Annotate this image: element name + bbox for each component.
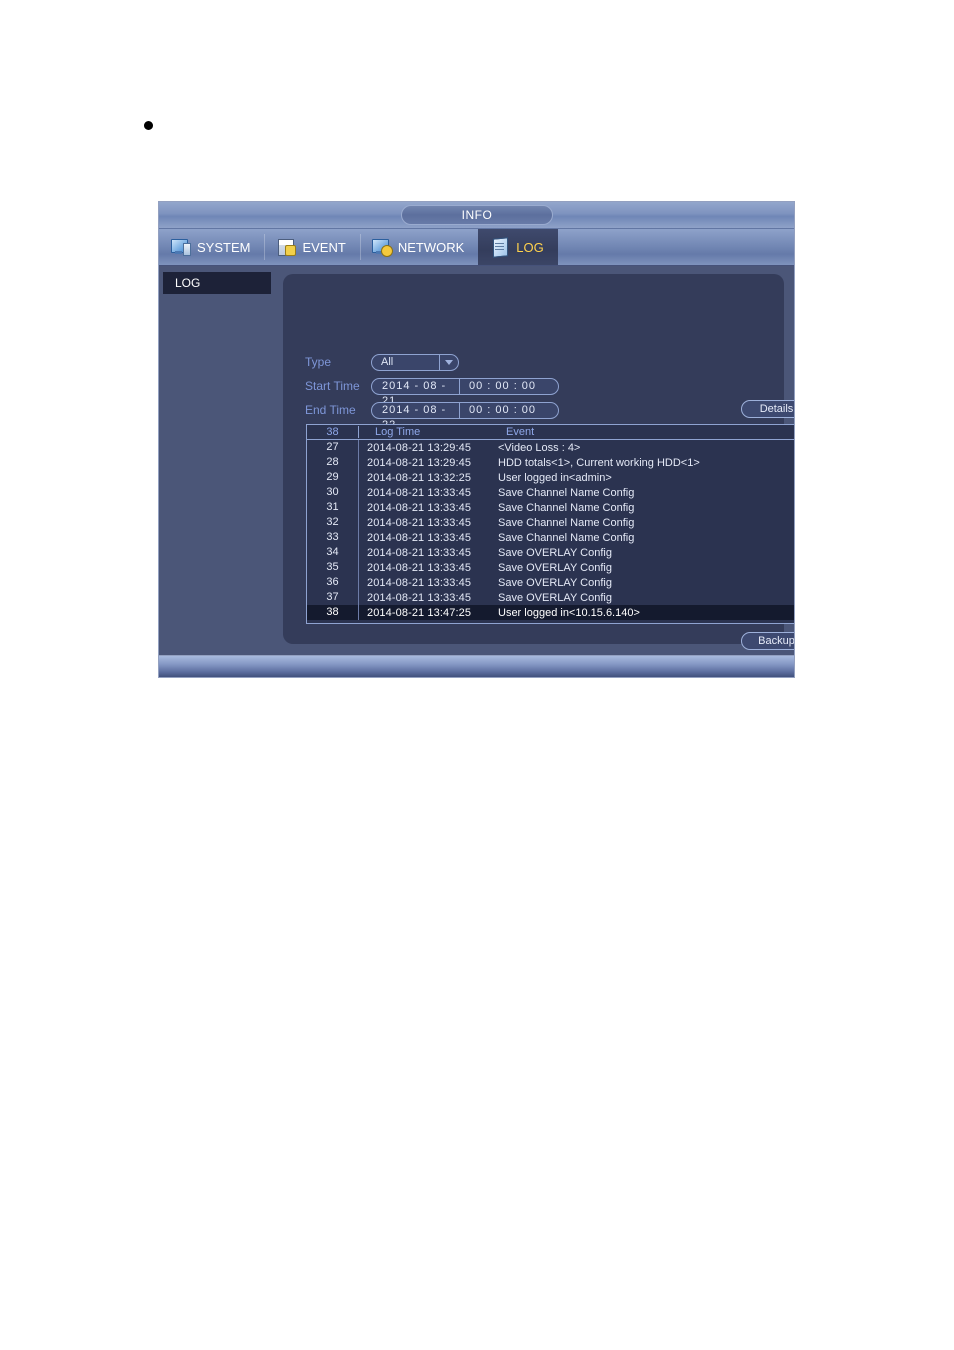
tab-system[interactable]: SYSTEM (159, 229, 264, 265)
chevron-down-icon[interactable] (439, 353, 458, 371)
table-row[interactable]: 27 2014-08-21 13:29:45 <Video Loss : 4> (307, 440, 794, 455)
log-row-time: 2014-08-21 13:33:45 (367, 576, 472, 589)
log-row-index: 30 (307, 485, 359, 500)
dvr-info-window: INFO SYSTEM EVENT NETWORK LOG LOG Type A… (158, 201, 795, 678)
page-title: INFO (401, 205, 553, 225)
window-title-bar: INFO (159, 202, 794, 229)
log-row-event: HDD totals<1>, Current working HDD<1> (498, 456, 700, 469)
table-row[interactable]: 36 2014-08-21 13:33:45 Save OVERLAY Config (307, 575, 794, 590)
table-row[interactable]: 37 2014-08-21 13:33:45 Save OVERLAY Config (307, 590, 794, 605)
tab-system-label: SYSTEM (197, 239, 251, 255)
start-time-time[interactable]: 00 : 00 : 00 (460, 380, 536, 392)
log-row-index: 34 (307, 545, 359, 560)
sidebar-item-log[interactable]: LOG (163, 272, 271, 294)
table-row[interactable]: 38 2014-08-21 13:47:25 User logged in<10.1… (307, 605, 794, 620)
tab-network[interactable]: NETWORK (359, 229, 478, 265)
log-row-index: 38 (307, 605, 359, 620)
log-table: 38 Log Time Event 27 2014-08-21 13:29:45 <… (306, 424, 794, 624)
log-event-header: Event (506, 426, 535, 438)
log-row-time: 2014-08-21 13:33:45 (367, 501, 472, 514)
table-row[interactable]: 32 2014-08-21 13:33:45 Save Channel Name C… (307, 515, 794, 530)
table-row[interactable]: 31 2014-08-21 13:33:45 Save Channel Name C… (307, 500, 794, 515)
event-doc-icon (276, 238, 297, 256)
log-table-rows: 27 2014-08-21 13:29:45 <Video Loss : 4> 28 2… (307, 440, 794, 620)
type-filter-row: Type All (305, 352, 459, 372)
tab-strip: SYSTEM EVENT NETWORK LOG (159, 229, 794, 266)
tab-log[interactable]: LOG (478, 229, 558, 265)
end-time-label: End Time (305, 403, 356, 417)
start-time-date[interactable]: 2014 - 08 - 21 (372, 378, 460, 407)
log-row-event: Save Channel Name Config (498, 516, 635, 529)
log-row-event: Save OVERLAY Config (498, 546, 612, 559)
end-time-row: End Time 2014 - 08 - 22 00 : 00 : 00 (305, 400, 559, 431)
log-row-time: 2014-08-21 13:33:45 (367, 486, 472, 499)
end-time-time[interactable]: 00 : 00 : 00 (460, 404, 536, 416)
log-table-header: 38 Log Time Event (307, 425, 794, 440)
log-row-index: 36 (307, 575, 359, 590)
table-row[interactable]: 34 2014-08-21 13:33:45 Save OVERLAY Config (307, 545, 794, 560)
log-row-time: 2014-08-21 13:33:45 (367, 546, 472, 559)
log-count-cell: 38 (307, 426, 359, 438)
tab-strip-filler (558, 229, 794, 265)
log-row-event: Save OVERLAY Config (498, 576, 612, 589)
backup-button[interactable]: Backup (741, 632, 794, 650)
start-time-field[interactable]: 2014 - 08 - 21 00 : 00 : 00 (371, 377, 559, 407)
end-time-date[interactable]: 2014 - 08 - 22 (372, 402, 460, 431)
log-row-time: 2014-08-21 13:33:45 (367, 591, 472, 604)
tab-event[interactable]: EVENT (264, 229, 359, 265)
log-row-event: User logged in<admin> (498, 471, 612, 484)
log-row-event: Save Channel Name Config (498, 501, 635, 514)
type-select-value: All (381, 356, 394, 368)
end-time-field[interactable]: 2014 - 08 - 22 00 : 00 : 00 (371, 401, 559, 431)
log-row-index: 37 (307, 590, 359, 605)
log-row-event: User logged in<10.15.6.140> (498, 606, 640, 619)
log-row-index: 29 (307, 470, 359, 485)
tab-event-label: EVENT (302, 239, 346, 255)
tab-log-label: LOG (516, 239, 544, 255)
tab-network-label: NETWORK (397, 239, 465, 255)
log-row-time: 2014-08-21 13:33:45 (367, 561, 472, 574)
log-time-header: Log Time (375, 426, 421, 438)
table-row[interactable]: 35 2014-08-21 13:33:45 Save OVERLAY Config (307, 560, 794, 575)
log-row-index: 28 (307, 455, 359, 470)
log-content-panel: Type All Start Time 2014 - 08 - 21 00 : … (283, 274, 794, 674)
monitor-icon (171, 238, 191, 256)
type-select[interactable]: All (371, 353, 459, 371)
log-row-time: 2014-08-21 13:29:45 (367, 456, 472, 469)
log-row-event: Save Channel Name Config (498, 531, 635, 544)
start-time-label: Start Time (305, 379, 360, 393)
log-row-index: 35 (307, 560, 359, 575)
log-book-icon (490, 237, 510, 258)
sidebar: LOG (159, 266, 273, 657)
table-row[interactable]: 29 2014-08-21 13:32:25 User logged in<admi… (307, 470, 794, 485)
log-row-index: 32 (307, 515, 359, 530)
log-row-event: Save Channel Name Config (498, 486, 635, 499)
log-row-event: Save OVERLAY Config (498, 591, 612, 604)
network-icon (371, 238, 393, 257)
log-row-index: 31 (307, 500, 359, 515)
log-row-time: 2014-08-21 13:47:25 (367, 606, 472, 619)
table-row[interactable]: 33 2014-08-21 13:33:45 Save Channel Name C… (307, 530, 794, 545)
log-row-event: Save OVERLAY Config (498, 561, 612, 574)
details-button[interactable]: Details (741, 400, 794, 418)
log-row-index: 33 (307, 530, 359, 545)
log-row-time: 2014-08-21 13:33:45 (367, 531, 472, 544)
log-row-event: <Video Loss : 4> (498, 441, 581, 454)
log-row-time: 2014-08-21 13:33:45 (367, 516, 472, 529)
window-footer (159, 655, 794, 677)
log-row-time: 2014-08-21 13:29:45 (367, 441, 472, 454)
sidebar-item-log-label: LOG (175, 276, 201, 290)
type-label: Type (305, 355, 332, 369)
bullet-marker (144, 121, 153, 130)
start-time-row: Start Time 2014 - 08 - 21 00 : 00 : 00 (305, 376, 559, 407)
log-row-time: 2014-08-21 13:32:25 (367, 471, 472, 484)
table-row[interactable]: 28 2014-08-21 13:29:45 HDD totals<1>, Curr… (307, 455, 794, 470)
window-body: LOG Type All Start Time 2014 - 08 - 21 0… (159, 266, 794, 674)
log-row-index: 27 (307, 440, 359, 455)
table-row[interactable]: 30 2014-08-21 13:33:45 Save Channel Name C… (307, 485, 794, 500)
